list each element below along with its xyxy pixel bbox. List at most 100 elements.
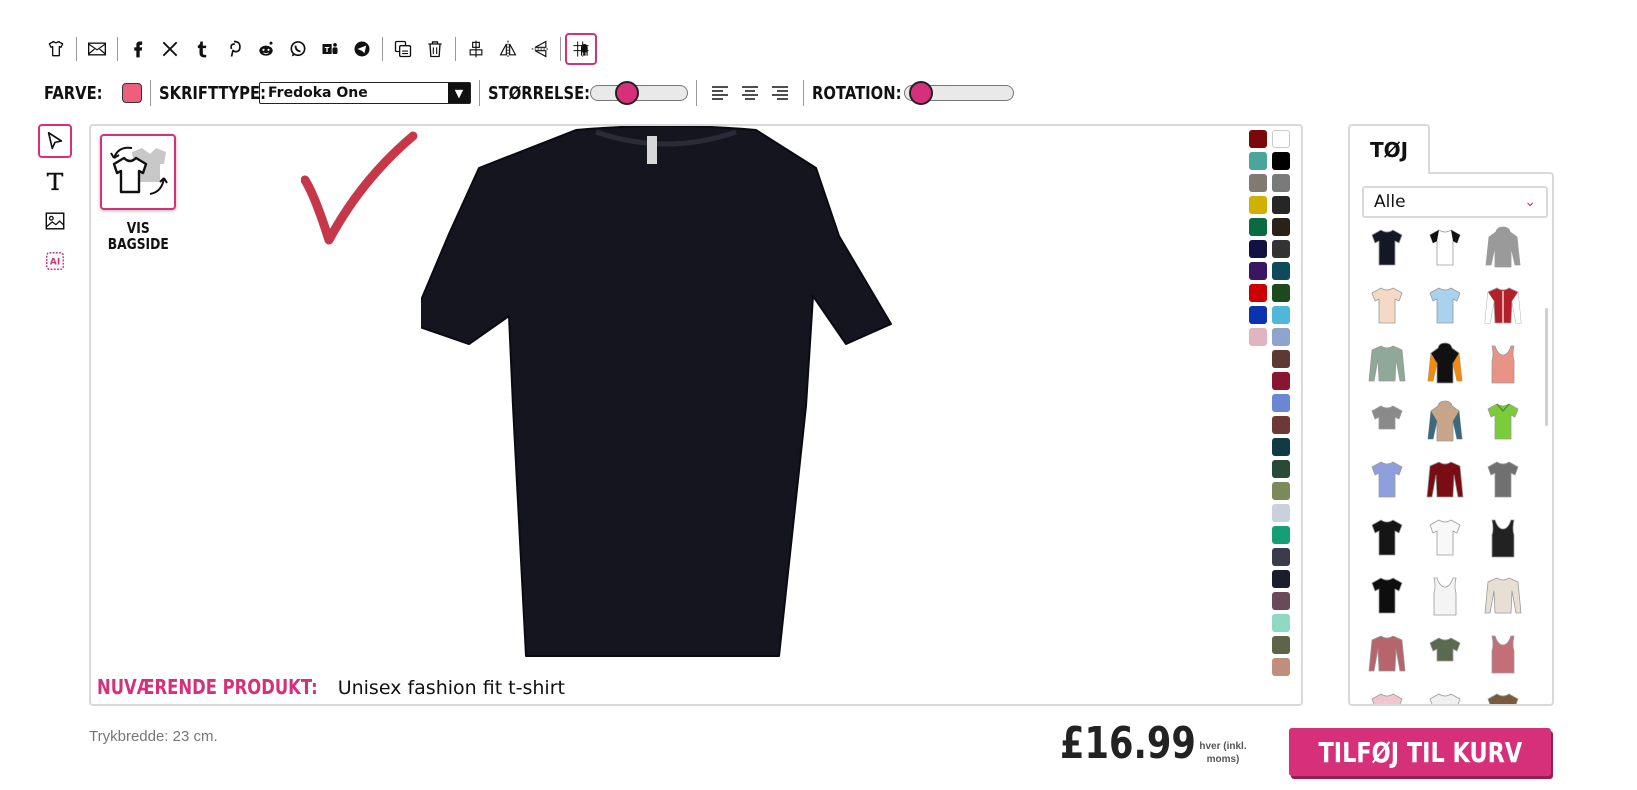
- garment-item[interactable]: [1416, 456, 1474, 504]
- garment-item[interactable]: [1474, 398, 1532, 446]
- garment-item[interactable]: [1416, 340, 1474, 388]
- design-canvas[interactable]: VIS BAGSIDE NUVÆRENDE PRODUKT: Unisex fa…: [89, 124, 1303, 706]
- garment-item[interactable]: [1358, 630, 1416, 678]
- garment-item[interactable]: [1474, 456, 1532, 504]
- color-picker-button[interactable]: [122, 83, 142, 103]
- garment-item[interactable]: [1474, 630, 1532, 678]
- color-swatch[interactable]: [1272, 658, 1290, 676]
- select-tool-button[interactable]: [38, 124, 72, 158]
- garment-item[interactable]: [1358, 282, 1416, 330]
- duplicate-button[interactable]: [387, 33, 419, 65]
- category-select[interactable]: Alle ⌄: [1362, 186, 1548, 218]
- trash-button[interactable]: [419, 33, 451, 65]
- garment-item[interactable]: [1416, 630, 1474, 678]
- color-swatch[interactable]: [1272, 372, 1290, 390]
- tab-clothes[interactable]: TØJ: [1348, 124, 1430, 174]
- garment-item[interactable]: [1358, 572, 1416, 620]
- color-swatch[interactable]: [1272, 614, 1290, 632]
- color-swatch[interactable]: [1272, 350, 1290, 368]
- flip-vertical-button[interactable]: [524, 33, 556, 65]
- color-swatch[interactable]: [1272, 460, 1290, 478]
- color-swatch[interactable]: [1272, 416, 1290, 434]
- color-swatch[interactable]: [1249, 306, 1267, 324]
- font-select[interactable]: Fredoka One ▼: [259, 82, 471, 104]
- garment-item[interactable]: [1358, 514, 1416, 562]
- teams-button[interactable]: T: [314, 33, 346, 65]
- rotation-slider[interactable]: [904, 81, 1014, 105]
- image-tool-button[interactable]: [38, 204, 72, 238]
- align-left-button[interactable]: [705, 80, 735, 106]
- garment-item[interactable]: [1358, 340, 1416, 388]
- color-swatch[interactable]: [1272, 482, 1290, 500]
- garment-item[interactable]: [1416, 398, 1474, 446]
- size-slider[interactable]: [590, 81, 688, 105]
- color-swatch[interactable]: [1272, 240, 1290, 258]
- garment-item[interactable]: [1416, 282, 1474, 330]
- color-swatch[interactable]: [1249, 196, 1267, 214]
- color-swatch[interactable]: [1272, 548, 1290, 566]
- color-swatch[interactable]: [1272, 174, 1290, 192]
- checkmark-drawing[interactable]: [301, 130, 431, 260]
- color-swatch[interactable]: [1272, 306, 1290, 324]
- show-back-button[interactable]: VIS BAGSIDE: [99, 134, 177, 252]
- add-to-cart-button[interactable]: TILFØJ TIL KURV: [1289, 728, 1551, 776]
- color-swatch[interactable]: [1272, 438, 1290, 456]
- mail-button[interactable]: [81, 33, 113, 65]
- garment-item[interactable]: [1474, 572, 1532, 620]
- color-swatch[interactable]: [1272, 328, 1290, 346]
- garment-item[interactable]: [1474, 282, 1532, 330]
- color-swatch[interactable]: [1249, 174, 1267, 192]
- color-swatch[interactable]: [1272, 504, 1290, 522]
- garment-item[interactable]: [1474, 514, 1532, 562]
- color-swatch[interactable]: [1249, 130, 1267, 148]
- size-label: STØRRELSE:: [488, 82, 591, 104]
- color-swatch[interactable]: [1272, 526, 1290, 544]
- garment-item[interactable]: [1358, 456, 1416, 504]
- color-swatch[interactable]: [1272, 284, 1290, 302]
- color-swatch[interactable]: [1249, 328, 1267, 346]
- size-slider-handle[interactable]: [615, 81, 639, 105]
- color-swatch[interactable]: [1249, 218, 1267, 236]
- text-tool-button[interactable]: [38, 164, 72, 198]
- back-side-thumbnail[interactable]: [100, 134, 176, 210]
- rotation-slider-handle[interactable]: [909, 81, 933, 105]
- garment-item[interactable]: [1358, 398, 1416, 446]
- garment-item[interactable]: [1416, 514, 1474, 562]
- color-swatch[interactable]: [1272, 262, 1290, 280]
- color-swatch[interactable]: [1272, 218, 1290, 236]
- align-center-button[interactable]: [735, 80, 765, 106]
- color-swatch[interactable]: [1272, 636, 1290, 654]
- garment-item[interactable]: [1358, 688, 1416, 704]
- color-swatch[interactable]: [1249, 284, 1267, 302]
- garment-item[interactable]: [1474, 340, 1532, 388]
- telegram-button[interactable]: [346, 33, 378, 65]
- color-swatch[interactable]: [1249, 152, 1267, 170]
- color-swatch[interactable]: [1249, 240, 1267, 258]
- color-swatch[interactable]: [1272, 130, 1290, 148]
- x-button[interactable]: [154, 33, 186, 65]
- garment-item[interactable]: [1416, 688, 1474, 704]
- facebook-button[interactable]: [122, 33, 154, 65]
- tumblr-button[interactable]: [186, 33, 218, 65]
- align-center-button[interactable]: [460, 33, 492, 65]
- garment-item[interactable]: [1474, 224, 1532, 272]
- garment-item[interactable]: [1358, 224, 1416, 272]
- color-swatch[interactable]: [1272, 394, 1290, 412]
- grid-snap-button[interactable]: [565, 33, 597, 65]
- color-swatch[interactable]: [1272, 152, 1290, 170]
- color-swatch[interactable]: [1272, 570, 1290, 588]
- align-right-button[interactable]: [765, 80, 795, 106]
- garment-item[interactable]: [1474, 688, 1532, 704]
- garment-item[interactable]: [1416, 224, 1474, 272]
- color-swatch[interactable]: [1249, 262, 1267, 280]
- garment-item[interactable]: [1416, 572, 1474, 620]
- color-swatch[interactable]: [1272, 592, 1290, 610]
- scrollbar[interactable]: [1545, 308, 1548, 426]
- flip-horizontal-button[interactable]: [492, 33, 524, 65]
- whatsapp-button[interactable]: [282, 33, 314, 65]
- reddit-button[interactable]: [250, 33, 282, 65]
- color-swatch[interactable]: [1272, 196, 1290, 214]
- pinterest-button[interactable]: [218, 33, 250, 65]
- ai-tool-button[interactable]: AI: [38, 244, 72, 278]
- tshirt-button[interactable]: [40, 33, 72, 65]
